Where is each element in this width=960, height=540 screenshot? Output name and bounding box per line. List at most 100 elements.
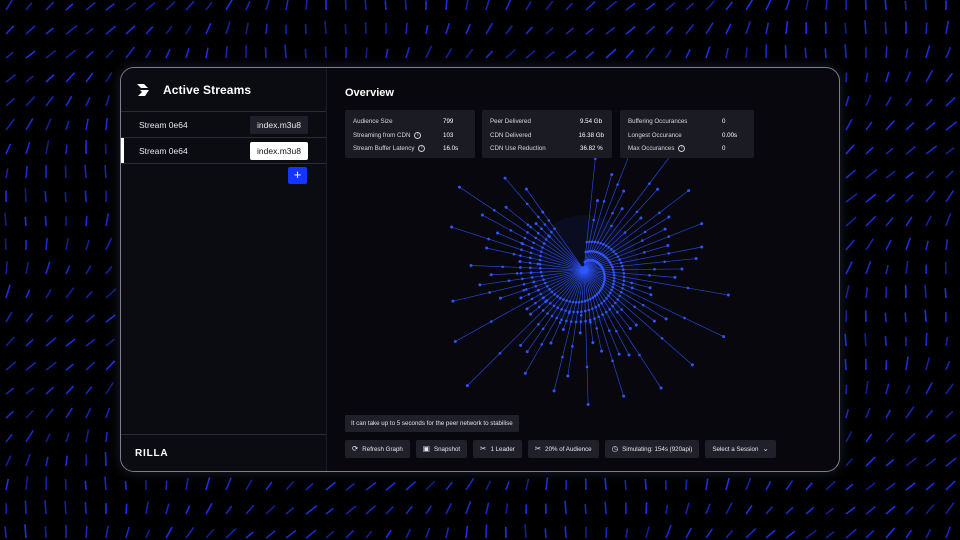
graph-node[interactable] (726, 293, 730, 297)
graph-node[interactable] (560, 318, 563, 322)
graph-node[interactable] (656, 187, 660, 191)
snapshot-button[interactable]: ▣ Snapshot (415, 440, 468, 458)
graph-node[interactable] (591, 341, 595, 345)
graph-node[interactable] (542, 242, 546, 245)
graph-node[interactable] (588, 297, 592, 301)
graph-node[interactable] (537, 231, 540, 235)
graph-node[interactable] (616, 255, 620, 258)
graph-node[interactable] (602, 200, 606, 203)
graph-node[interactable] (545, 284, 549, 288)
graph-node[interactable] (496, 231, 500, 235)
graph-node[interactable] (595, 293, 599, 296)
graph-node[interactable] (534, 236, 538, 240)
graph-node[interactable] (501, 265, 504, 269)
graph-node[interactable] (622, 271, 626, 275)
graph-node[interactable] (522, 288, 526, 292)
graph-node[interactable] (498, 351, 502, 355)
graph-node[interactable] (611, 268, 615, 271)
graph-node[interactable] (643, 230, 647, 234)
graph-node[interactable] (595, 327, 598, 330)
graph-node[interactable] (523, 371, 527, 375)
graph-node[interactable] (522, 282, 526, 286)
graph-node[interactable] (621, 264, 624, 268)
graph-node[interactable] (602, 280, 606, 284)
graph-node[interactable] (529, 251, 533, 255)
graph-node[interactable] (574, 320, 578, 324)
add-stream-button[interactable]: + (288, 167, 307, 184)
graph-node[interactable] (586, 402, 590, 406)
graph-node[interactable] (560, 308, 563, 311)
graph-node[interactable] (615, 329, 618, 333)
graph-node[interactable] (610, 224, 613, 228)
graph-node[interactable] (485, 246, 489, 250)
graph-node[interactable] (594, 305, 597, 309)
graph-node[interactable] (593, 294, 597, 298)
graph-node[interactable] (556, 295, 559, 298)
graph-node[interactable] (585, 240, 589, 244)
stream-item-selected[interactable]: Stream 0e64 index.m3u8 (121, 138, 326, 164)
graph-node[interactable] (493, 209, 496, 212)
graph-node[interactable] (634, 323, 638, 327)
graph-node[interactable] (521, 277, 524, 281)
graph-node[interactable] (566, 374, 570, 378)
graph-node[interactable] (544, 238, 548, 241)
graph-node[interactable] (567, 311, 571, 315)
graph-node[interactable] (630, 281, 633, 285)
graph-node[interactable] (559, 296, 562, 300)
graph-node[interactable] (588, 318, 592, 322)
graph-node[interactable] (561, 355, 564, 359)
graph-node[interactable] (487, 237, 490, 241)
graph-node[interactable] (561, 327, 565, 331)
graph-node[interactable] (580, 300, 584, 304)
graph-node[interactable] (530, 246, 534, 250)
graph-node[interactable] (641, 239, 644, 242)
graph-node[interactable] (524, 288, 528, 291)
graph-node[interactable] (621, 268, 625, 271)
graph-node[interactable] (528, 256, 532, 260)
graph-node[interactable] (556, 306, 560, 310)
graph-node[interactable] (611, 304, 614, 308)
info-icon[interactable]: i (418, 145, 426, 153)
graph-node[interactable] (605, 297, 608, 300)
graph-node[interactable] (536, 262, 540, 266)
graph-node[interactable] (649, 293, 653, 297)
graph-node[interactable] (603, 278, 606, 282)
graph-node[interactable] (611, 211, 614, 215)
graph-node[interactable] (534, 301, 537, 305)
graph-node[interactable] (667, 215, 671, 219)
graph-node[interactable] (604, 310, 608, 314)
graph-node[interactable] (588, 240, 591, 244)
graph-node[interactable] (546, 312, 549, 315)
graph-node[interactable] (612, 271, 616, 274)
graph-node[interactable] (622, 189, 626, 193)
graph-node[interactable] (643, 251, 646, 254)
graph-node[interactable] (639, 216, 643, 220)
graph-node[interactable] (595, 199, 599, 203)
graph-node[interactable] (622, 283, 625, 286)
graph-node[interactable] (673, 275, 677, 279)
graph-node[interactable] (687, 189, 691, 193)
graph-node[interactable] (600, 301, 603, 305)
graph-node[interactable] (600, 349, 604, 353)
graph-node[interactable] (529, 266, 532, 270)
graph-node[interactable] (612, 250, 615, 253)
graph-node[interactable] (550, 290, 554, 294)
graph-node[interactable] (611, 359, 614, 363)
graph-node[interactable] (612, 276, 616, 280)
graph-node[interactable] (490, 320, 493, 323)
graph-node[interactable] (622, 279, 626, 283)
graph-node[interactable] (549, 302, 552, 305)
graph-node[interactable] (587, 308, 591, 312)
leader-count-button[interactable]: ✂ 1 Leader (473, 440, 522, 458)
graph-node[interactable] (565, 319, 568, 323)
graph-node[interactable] (722, 335, 726, 339)
graph-node[interactable] (633, 305, 636, 309)
graph-node[interactable] (525, 307, 529, 311)
info-icon[interactable]: i (678, 145, 686, 153)
graph-node[interactable] (541, 327, 545, 331)
graph-node[interactable] (529, 312, 533, 316)
graph-node[interactable] (544, 300, 547, 304)
graph-node[interactable] (618, 258, 621, 261)
graph-node[interactable] (659, 386, 663, 390)
graph-node[interactable] (660, 337, 664, 340)
